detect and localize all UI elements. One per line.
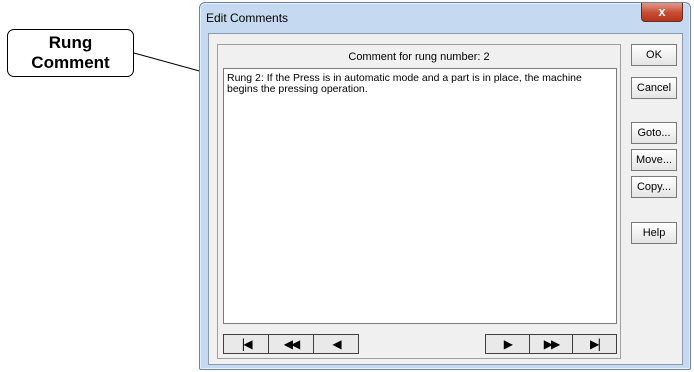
copy-button[interactable]: Copy... bbox=[631, 176, 677, 198]
window-title: Edit Comments bbox=[206, 11, 289, 25]
edit-comments-dialog: Edit Comments x Comment for rung number:… bbox=[199, 2, 691, 370]
help-button[interactable]: Help bbox=[631, 222, 677, 244]
previous-icon: ◀ bbox=[332, 337, 341, 351]
comment-label: Comment for rung number: 2 bbox=[348, 51, 490, 63]
rewind-icon: ◀◀ bbox=[283, 337, 301, 351]
next-page-button[interactable]: ▶▶ bbox=[529, 335, 574, 353]
fast-forward-icon: ▶▶ bbox=[543, 337, 561, 351]
dialog-client-area: Comment for rung number: 2 Rung 2: If th… bbox=[208, 33, 683, 365]
next-icon: ▶ bbox=[503, 337, 513, 351]
nav-right-group: ▶ ▶▶ ▶| bbox=[485, 334, 617, 354]
last-icon: ▶| bbox=[590, 337, 601, 351]
first-icon: |◀ bbox=[241, 337, 252, 351]
goto-button[interactable]: Goto... bbox=[631, 122, 677, 144]
ok-button[interactable]: OK bbox=[631, 44, 677, 66]
previous-page-button[interactable]: ◀◀ bbox=[269, 335, 314, 353]
comment-text: Rung 2: If the Press is in automatic mod… bbox=[227, 72, 582, 95]
comment-group: Comment for rung number: 2 Rung 2: If th… bbox=[217, 44, 621, 359]
callout-line-1: Rung bbox=[48, 33, 93, 52]
nav-left-group: |◀ ◀◀ ◀ bbox=[223, 334, 359, 354]
rung-comment-callout: Rung Comment bbox=[7, 29, 134, 77]
cancel-button[interactable]: Cancel bbox=[631, 77, 677, 99]
move-button[interactable]: Move... bbox=[631, 149, 677, 171]
previous-rung-button[interactable]: ◀ bbox=[314, 335, 358, 353]
first-rung-button[interactable]: |◀ bbox=[224, 335, 269, 353]
last-rung-button[interactable]: ▶| bbox=[573, 335, 617, 353]
close-button[interactable]: x bbox=[641, 3, 683, 22]
comment-textarea[interactable]: Rung 2: If the Press is in automatic mod… bbox=[223, 68, 617, 324]
next-rung-button[interactable]: ▶ bbox=[486, 335, 530, 353]
close-icon: x bbox=[658, 4, 666, 19]
title-bar: Edit Comments x bbox=[200, 3, 690, 33]
callout-line-2: Comment bbox=[31, 53, 110, 72]
